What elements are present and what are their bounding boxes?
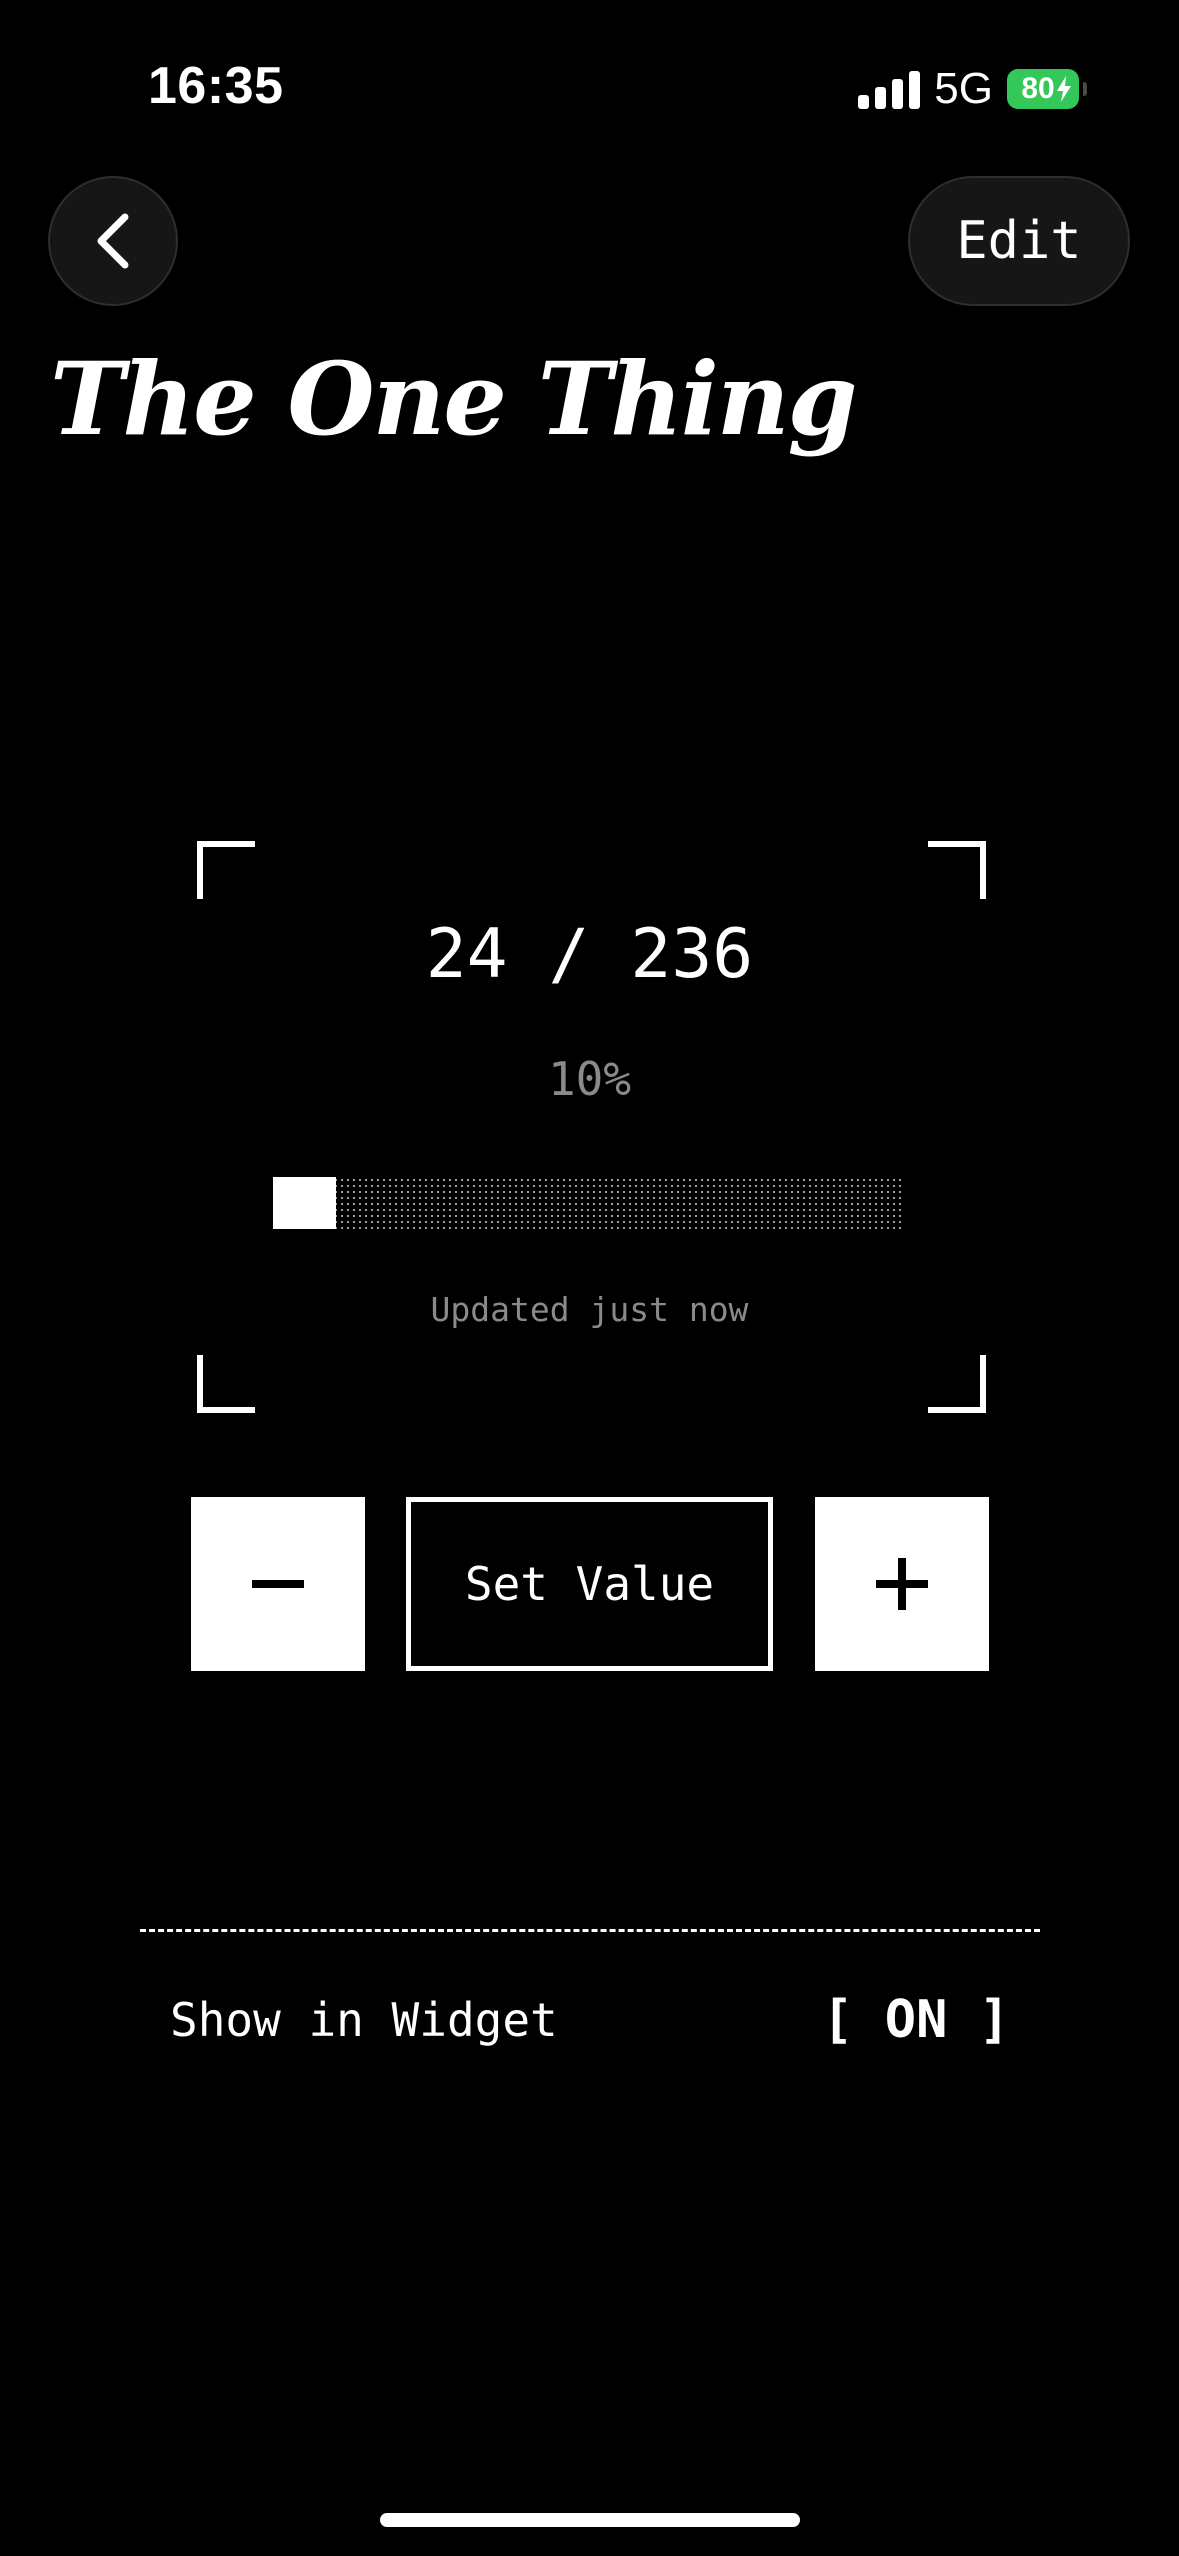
frame-corner-top-left [197,841,255,899]
dashed-divider [140,1929,1040,1932]
home-indicator[interactable] [380,2513,800,2527]
plus-icon [876,1558,928,1610]
progress-bar-fill [273,1177,337,1229]
network-type: 5G [934,64,993,113]
progress-bar [273,1177,905,1229]
show-in-widget-label: Show in Widget [170,1993,558,2047]
frame-corner-top-right [928,841,986,899]
back-button[interactable] [48,176,178,306]
show-in-widget-row: Show in Widget [ ON ] [170,1985,1010,2055]
decrement-button[interactable] [191,1497,365,1671]
battery-icon: 80 [1007,69,1087,109]
progress-percent: 10% [547,1052,632,1106]
edit-button[interactable]: Edit [908,176,1130,306]
minus-icon [252,1580,304,1588]
show-in-widget-toggle[interactable]: [ ON ] [822,1990,1010,2050]
page-title: The One Thing [50,340,858,458]
charging-bolt-icon [1057,76,1071,102]
status-time: 16:35 [148,57,284,115]
set-value-button[interactable]: Set Value [406,1497,773,1671]
chevron-left-icon [97,213,129,269]
battery-level: 80 [1021,72,1055,105]
status-indicators: 5G 80 [858,64,1087,114]
last-updated-text: Updated just now [430,1290,749,1329]
increment-button[interactable] [815,1497,989,1671]
progress-count: 24 / 236 [425,915,754,994]
frame-corner-bottom-left [197,1355,255,1413]
cellular-signal-icon [858,69,921,109]
frame-corner-bottom-right [928,1355,986,1413]
